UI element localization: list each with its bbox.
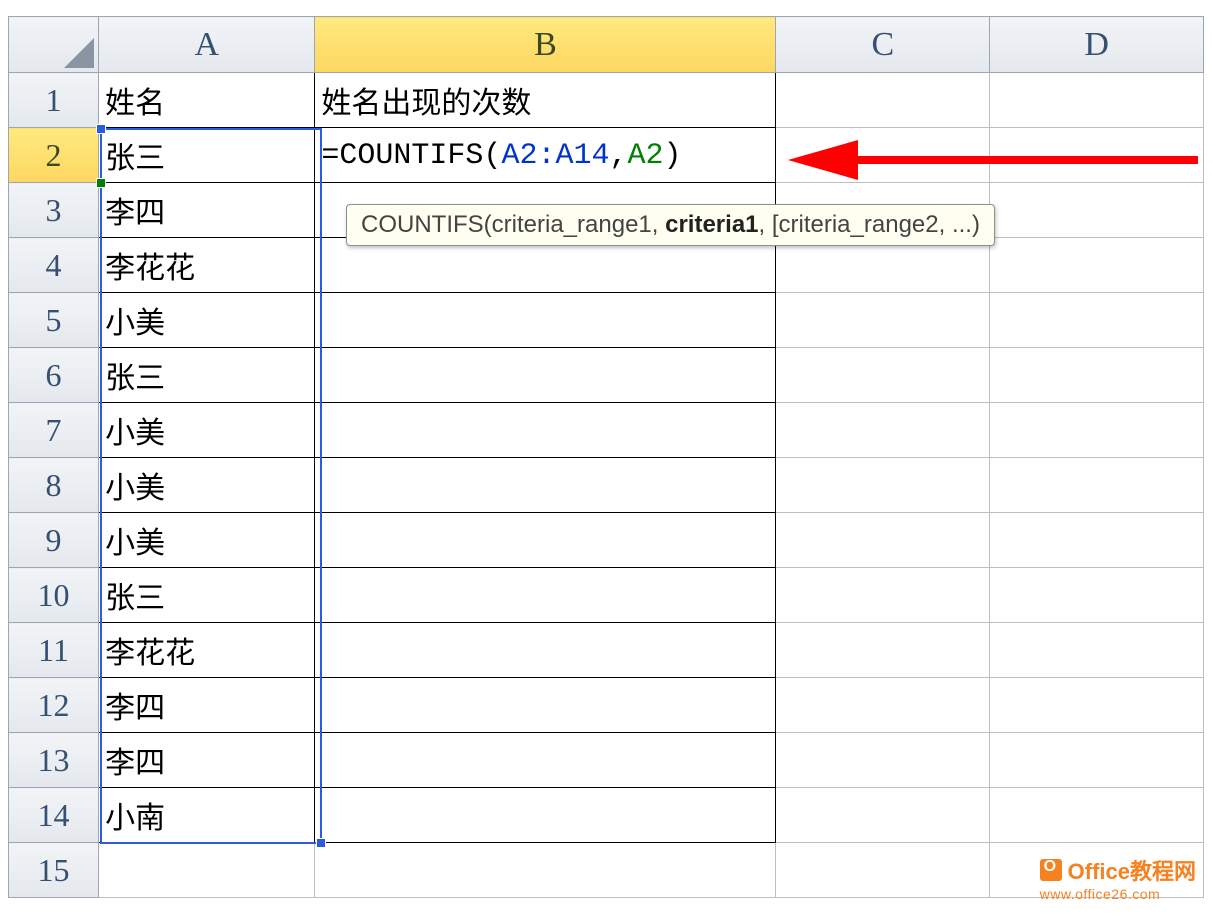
cell-D11[interactable]	[990, 623, 1204, 678]
row-header-8[interactable]: 8	[9, 458, 99, 513]
cell-C6[interactable]	[776, 348, 990, 403]
row-header-2[interactable]: 2	[9, 128, 99, 183]
cell-B6[interactable]	[315, 348, 776, 403]
cell-A8[interactable]: 小美	[99, 458, 315, 513]
cell-A2[interactable]: 张三	[99, 128, 315, 183]
cell-B9[interactable]	[315, 513, 776, 568]
cell-B1[interactable]: 姓名出现的次数	[315, 73, 776, 128]
row-header-10[interactable]: 10	[9, 568, 99, 623]
cell-C10[interactable]	[776, 568, 990, 623]
row-header-1[interactable]: 1	[9, 73, 99, 128]
range-handle-a2-ref	[96, 178, 106, 188]
cell-B11[interactable]	[315, 623, 776, 678]
cell-B12[interactable]	[315, 678, 776, 733]
cell-C11[interactable]	[776, 623, 990, 678]
cell-A4[interactable]: 李花花	[99, 238, 315, 293]
arrow-annotation-shaft	[858, 156, 1198, 164]
col-header-B[interactable]: B	[315, 17, 776, 73]
cell-C8[interactable]	[776, 458, 990, 513]
cell-A12[interactable]: 李四	[99, 678, 315, 733]
cell-D9[interactable]	[990, 513, 1204, 568]
cell-D7[interactable]	[990, 403, 1204, 458]
col-header-A[interactable]: A	[99, 17, 315, 73]
spreadsheet-grid[interactable]: A B C D 1 姓名 姓名出现的次数 2 张三 =COUNTIFS(A2:A…	[8, 16, 1204, 916]
col-header-C[interactable]: C	[776, 17, 990, 73]
cell-D10[interactable]	[990, 568, 1204, 623]
cell-C13[interactable]	[776, 733, 990, 788]
arrow-annotation-head	[788, 140, 858, 180]
cell-C5[interactable]	[776, 293, 990, 348]
column-header-row: A B C D	[9, 17, 1204, 73]
row-header-6[interactable]: 6	[9, 348, 99, 403]
row-header-14[interactable]: 14	[9, 788, 99, 843]
cell-D5[interactable]	[990, 293, 1204, 348]
cell-B13[interactable]	[315, 733, 776, 788]
cell-C15[interactable]	[776, 843, 990, 898]
row-header-12[interactable]: 12	[9, 678, 99, 733]
cell-D3[interactable]	[990, 183, 1204, 238]
cell-B8[interactable]	[315, 458, 776, 513]
row-header-13[interactable]: 13	[9, 733, 99, 788]
cell-B7[interactable]	[315, 403, 776, 458]
cell-A13[interactable]: 李四	[99, 733, 315, 788]
cell-A3[interactable]: 李四	[99, 183, 315, 238]
cell-D8[interactable]	[990, 458, 1204, 513]
cell-D4[interactable]	[990, 238, 1204, 293]
cell-A5[interactable]: 小美	[99, 293, 315, 348]
cell-A14[interactable]: 小南	[99, 788, 315, 843]
cell-A15[interactable]	[99, 843, 315, 898]
cell-A9[interactable]: 小美	[99, 513, 315, 568]
cell-B14[interactable]	[315, 788, 776, 843]
formula-tooltip: COUNTIFS(criteria_range1, criteria1, [cr…	[346, 204, 995, 246]
cell-A11[interactable]: 李花花	[99, 623, 315, 678]
watermark: Office教程网 www.office26.com	[1040, 854, 1196, 902]
row-header-15[interactable]: 15	[9, 843, 99, 898]
cell-A10[interactable]: 张三	[99, 568, 315, 623]
row-header-11[interactable]: 11	[9, 623, 99, 678]
cell-D12[interactable]	[990, 678, 1204, 733]
office-logo-icon	[1040, 859, 1062, 881]
cell-C9[interactable]	[776, 513, 990, 568]
cell-C12[interactable]	[776, 678, 990, 733]
row-header-7[interactable]: 7	[9, 403, 99, 458]
cell-D6[interactable]	[990, 348, 1204, 403]
watermark-title: Office教程网	[1068, 854, 1196, 886]
cell-B10[interactable]	[315, 568, 776, 623]
cell-C14[interactable]	[776, 788, 990, 843]
row-header-9[interactable]: 9	[9, 513, 99, 568]
cell-D14[interactable]	[990, 788, 1204, 843]
cell-A6[interactable]: 张三	[99, 348, 315, 403]
cell-D1[interactable]	[990, 73, 1204, 128]
col-header-D[interactable]: D	[990, 17, 1204, 73]
select-all-corner[interactable]	[9, 17, 99, 73]
cell-B2-formula[interactable]: =COUNTIFS(A2:A14,A2)	[315, 128, 776, 183]
cell-B15[interactable]	[315, 843, 776, 898]
cell-D2[interactable]	[990, 128, 1204, 183]
watermark-url: www.office26.com	[1040, 886, 1196, 902]
row-header-4[interactable]: 4	[9, 238, 99, 293]
row-header-5[interactable]: 5	[9, 293, 99, 348]
formula-editor[interactable]: =COUNTIFS(A2:A14,A2)	[321, 139, 681, 173]
cell-A1[interactable]: 姓名	[99, 73, 315, 128]
cell-B5[interactable]	[315, 293, 776, 348]
cell-C7[interactable]	[776, 403, 990, 458]
cell-D13[interactable]	[990, 733, 1204, 788]
cell-A7[interactable]: 小美	[99, 403, 315, 458]
row-header-3[interactable]: 3	[9, 183, 99, 238]
cell-C1[interactable]	[776, 73, 990, 128]
